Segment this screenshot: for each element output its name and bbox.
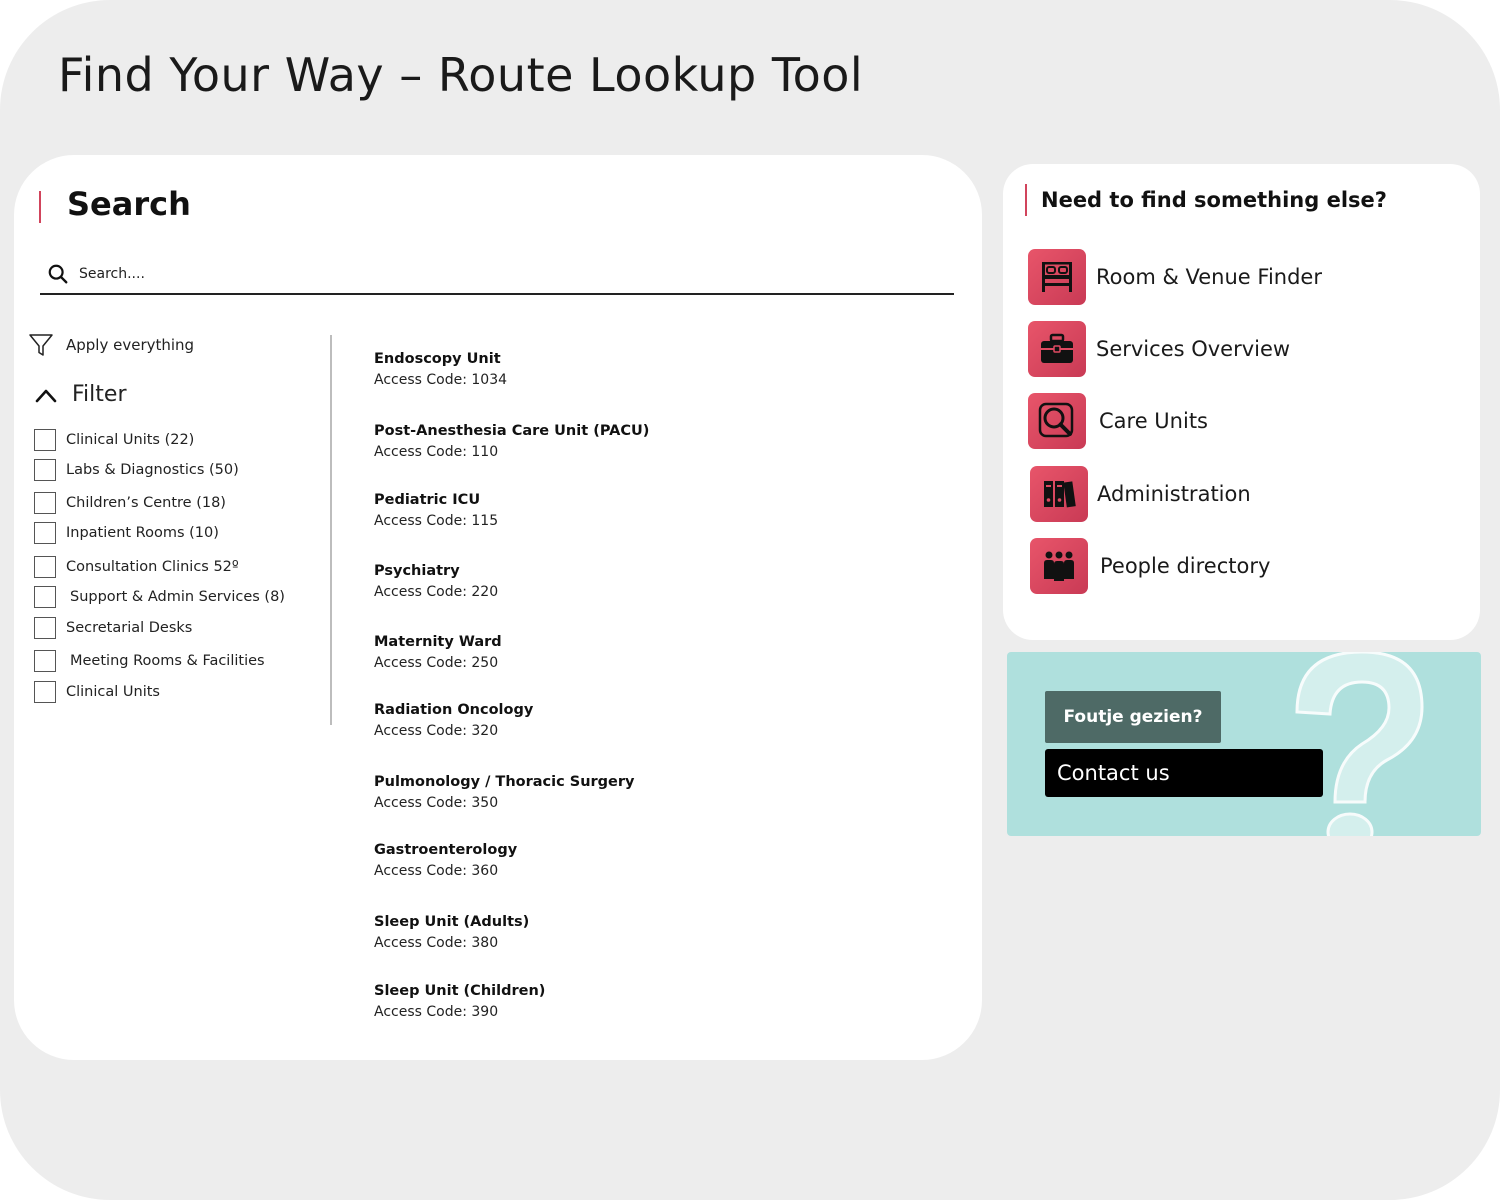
filter-checkbox[interactable] <box>34 617 56 639</box>
quick-link-administration[interactable]: Administration <box>1030 466 1251 522</box>
result-name: Sleep Unit (Adults) <box>374 914 530 930</box>
filter-checkbox[interactable] <box>34 650 56 672</box>
result-item[interactable]: Gastroenterology Access Code: 360 <box>374 842 517 879</box>
feedback-banner: Foutje gezien? Contact us <box>1007 652 1481 836</box>
search-input[interactable] <box>79 266 939 282</box>
quick-link-people-directory[interactable]: People directory <box>1030 538 1270 594</box>
filter-item-label: Labs & Diagnostics (50) <box>66 462 239 478</box>
quick-link-care-units[interactable]: Care Units <box>1028 393 1208 449</box>
result-access-code: Access Code: 380 <box>374 935 499 951</box>
quick-link-label: Administration <box>1097 482 1251 506</box>
filter-item[interactable]: Children’s Centre (18) <box>34 492 226 514</box>
result-access-code: Access Code: 250 <box>374 655 499 671</box>
result-name: Endoscopy Unit <box>374 351 501 367</box>
apply-filters-button[interactable]: Apply everything <box>28 332 194 358</box>
result-access-code: Access Code: 115 <box>374 513 499 529</box>
filter-item-label: Clinical Units (22) <box>66 432 195 448</box>
quick-link-label: People directory <box>1100 554 1271 578</box>
filter-checkbox[interactable] <box>34 492 56 514</box>
filter-item-label: Support & Admin Services (8) <box>70 589 285 605</box>
quick-links-heading-label: Need to find something else? <box>1041 188 1387 212</box>
quick-link-label: Room & Venue Finder <box>1096 265 1322 289</box>
result-item[interactable]: Radiation Oncology Access Code: 320 <box>374 702 533 739</box>
quick-link-label: Care Units <box>1099 409 1208 433</box>
filter-item-label: Meeting Rooms & Facilities <box>70 653 265 669</box>
result-name: Pediatric ICU <box>374 492 481 508</box>
apply-filters-label: Apply everything <box>66 336 195 354</box>
question-mark-icon <box>1295 652 1424 836</box>
filter-checkbox[interactable] <box>34 429 56 451</box>
result-item[interactable]: Psychiatry Access Code: 220 <box>374 563 498 600</box>
heading-accent-bar <box>1025 184 1027 216</box>
vertical-divider <box>330 335 332 725</box>
filter-item[interactable]: Clinical Units (22) <box>34 429 194 451</box>
search-icon <box>48 264 68 284</box>
result-item[interactable]: Sleep Unit (Children) Access Code: 390 <box>374 983 545 1020</box>
filter-item-label: Children’s Centre (18) <box>66 495 226 511</box>
bed-icon <box>1028 249 1086 305</box>
filter-checkbox[interactable] <box>34 459 56 481</box>
people-icon <box>1030 538 1088 594</box>
filter-checkbox[interactable] <box>34 681 56 703</box>
chevron-up-icon <box>35 389 57 402</box>
filter-toggle[interactable]: Filter <box>34 382 126 407</box>
result-access-code: Access Code: 1034 <box>374 372 508 388</box>
quick-link-room-venue-finder[interactable]: Room & Venue Finder <box>1028 249 1322 305</box>
filter-checkbox[interactable] <box>34 522 56 544</box>
filter-toggle-label: Filter <box>72 382 127 407</box>
result-item[interactable]: Maternity Ward Access Code: 250 <box>374 634 502 671</box>
result-name: Pulmonology / Thoracic Surgery <box>374 774 635 790</box>
result-item[interactable]: Pulmonology / Thoracic Surgery Access Co… <box>374 774 634 811</box>
page-title: Find Your Way – Route Lookup Tool <box>58 48 864 102</box>
quick-link-services-overview[interactable]: Services Overview <box>1028 321 1290 377</box>
result-access-code: Access Code: 360 <box>374 863 499 879</box>
search-box[interactable] <box>40 255 954 295</box>
result-access-code: Access Code: 110 <box>374 444 499 460</box>
contact-us-button[interactable]: Contact us <box>1045 749 1323 797</box>
filter-item[interactable]: Labs & Diagnostics (50) <box>34 459 239 481</box>
filter-item-label: Secretarial Desks <box>66 620 193 636</box>
result-name: Radiation Oncology <box>374 702 534 718</box>
result-access-code: Access Code: 350 <box>374 795 499 811</box>
result-item[interactable]: Pediatric ICU Access Code: 115 <box>374 492 498 529</box>
result-item[interactable]: Endoscopy Unit Access Code: 1034 <box>374 351 507 388</box>
filter-checkbox[interactable] <box>34 556 56 578</box>
filter-item-label: Clinical Units <box>66 684 160 700</box>
filter-item[interactable]: Secretarial Desks <box>34 617 192 639</box>
result-access-code: Access Code: 320 <box>374 723 499 739</box>
quick-link-label: Services Overview <box>1096 337 1291 361</box>
filter-item-label: Inpatient Rooms (10) <box>66 525 219 541</box>
search-heading: Search <box>39 185 191 223</box>
search-heading-label: Search <box>67 185 191 223</box>
result-name: Gastroenterology <box>374 842 518 858</box>
result-item[interactable]: Sleep Unit (Adults) Access Code: 380 <box>374 914 529 951</box>
result-access-code: Access Code: 390 <box>374 1004 499 1020</box>
filter-item[interactable]: Consultation Clinics 52º <box>34 556 239 578</box>
result-name: Sleep Unit (Children) <box>374 983 546 999</box>
search-panel: Search Apply everything Filter Clin <box>14 155 982 1060</box>
briefcase-icon <box>1028 321 1086 377</box>
result-access-code: Access Code: 220 <box>374 584 499 600</box>
heading-accent-bar <box>39 191 41 223</box>
filter-item[interactable]: Meeting Rooms & Facilities <box>34 650 265 672</box>
magnifier-icon <box>1028 393 1086 449</box>
report-error-button[interactable]: Foutje gezien? <box>1045 691 1221 743</box>
filter-item[interactable]: Clinical Units <box>34 681 160 703</box>
result-name: Maternity Ward <box>374 634 502 650</box>
result-name: Psychiatry <box>374 563 460 579</box>
filter-item[interactable]: Support & Admin Services (8) <box>34 586 285 608</box>
binders-icon <box>1030 466 1088 522</box>
page-frame: Find Your Way – Route Lookup Tool Search… <box>0 0 1500 1200</box>
result-name: Post-Anesthesia Care Unit (PACU) <box>374 423 650 439</box>
filter-checkbox[interactable] <box>34 586 56 608</box>
filter-item[interactable]: Inpatient Rooms (10) <box>34 522 219 544</box>
quick-links-panel: Need to find something else? Room & Venu… <box>1003 164 1480 640</box>
funnel-icon <box>29 334 53 356</box>
quick-links-heading: Need to find something else? <box>1025 184 1387 216</box>
result-item[interactable]: Post-Anesthesia Care Unit (PACU) Access … <box>374 423 649 460</box>
filter-item-label: Consultation Clinics 52º <box>66 559 239 575</box>
